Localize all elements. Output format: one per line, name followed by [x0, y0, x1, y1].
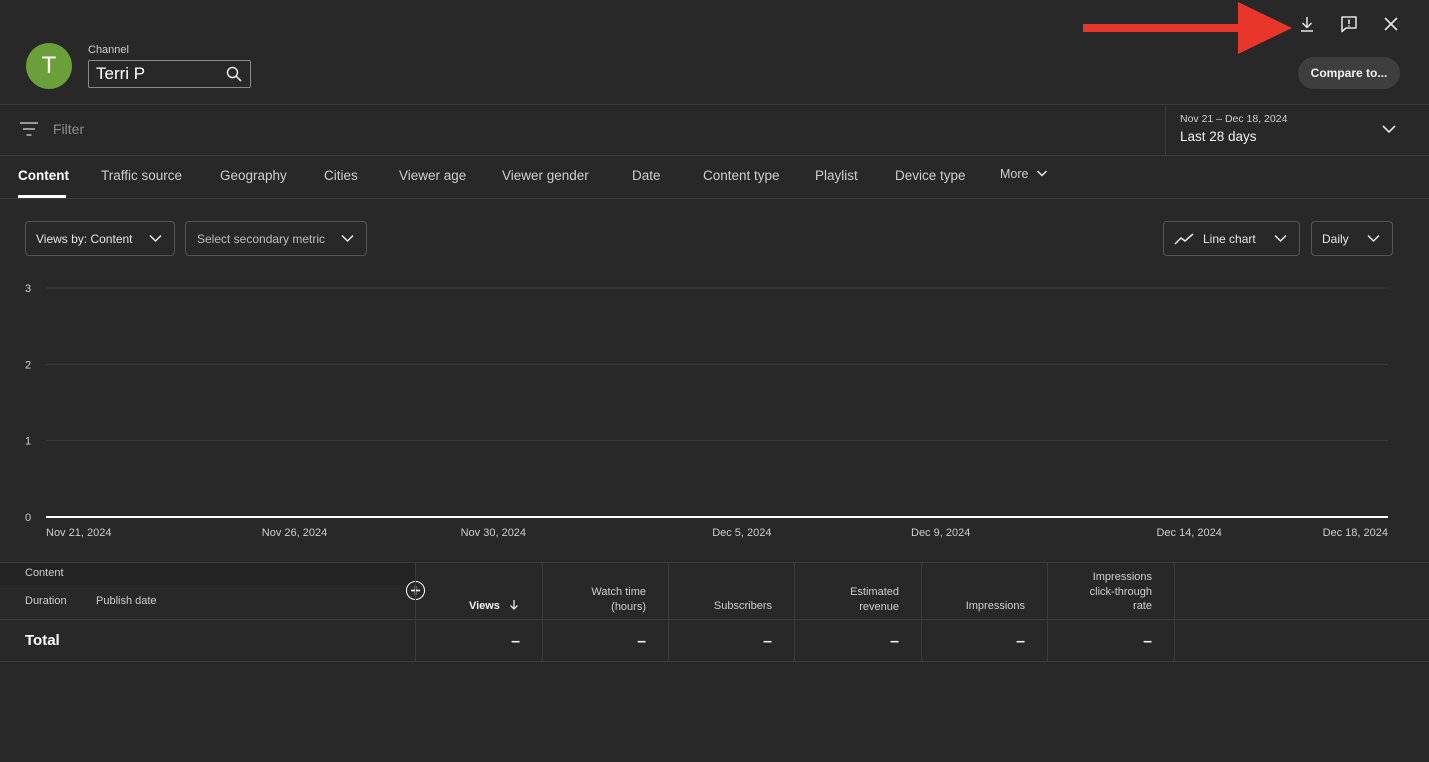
- channel-value: Terri P: [96, 64, 146, 83]
- watch-time-header-line: Watch time: [591, 586, 646, 598]
- y-tick-label: 0: [25, 512, 31, 524]
- tab-cities[interactable]: Cities: [324, 168, 358, 183]
- total-views-value: –: [511, 633, 520, 650]
- close-icon[interactable]: [1378, 12, 1404, 36]
- estimated-revenue-column-header[interactable]: Estimated revenue: [850, 585, 899, 614]
- content-column-header[interactable]: Content: [25, 567, 64, 579]
- revenue-header-line: revenue: [859, 600, 899, 613]
- y-tick-label: 1: [25, 436, 31, 448]
- tab-content-type[interactable]: Content type: [703, 168, 780, 183]
- total-revenue-value: –: [890, 633, 899, 650]
- x-tick-label: Nov 30, 2024: [461, 527, 526, 539]
- filter-icon[interactable]: [19, 120, 39, 138]
- watch-time-header-line: (hours): [611, 600, 646, 613]
- granularity-label: Daily: [1322, 231, 1349, 246]
- empty-column: [1174, 563, 1429, 661]
- granularity-dropdown[interactable]: Daily: [1311, 221, 1393, 256]
- secondary-metric-dropdown[interactable]: Select secondary metric: [185, 221, 367, 256]
- ctr-header-line: Impressions: [1092, 571, 1152, 583]
- total-watch-time-value: –: [637, 633, 646, 650]
- duration-column-header[interactable]: Duration: [25, 595, 67, 607]
- table-bottom-divider: [0, 661, 1429, 662]
- total-row-label: Total: [25, 632, 60, 649]
- chevron-down-icon: [1036, 170, 1047, 177]
- x-tick-label: Dec 18, 2024: [1323, 527, 1388, 539]
- chart-type-dropdown[interactable]: Line chart: [1163, 221, 1300, 256]
- x-tick-label: Nov 21, 2024: [46, 527, 111, 539]
- download-icon[interactable]: [1294, 12, 1320, 36]
- filter-divider: [0, 155, 1429, 156]
- views-header-label: Views: [468, 600, 500, 612]
- search-icon[interactable]: [226, 66, 242, 82]
- compare-button[interactable]: Compare to...: [1298, 57, 1400, 89]
- x-tick-label: Nov 26, 2024: [262, 527, 327, 539]
- annotation-arrow-shaft: [1083, 24, 1253, 32]
- chevron-down-icon[interactable]: [1381, 123, 1397, 135]
- total-impressions-value: –: [1016, 633, 1025, 650]
- views-line-chart: 0 1 2 3 Nov 21, 2024 Nov 26, 2024 Nov 30, 2024…: [25, 283, 1388, 539]
- x-tick-label: Dec 5, 2024: [712, 527, 771, 539]
- chevron-down-icon: [1274, 234, 1287, 243]
- primary-metric-label: Views by: Content: [36, 231, 133, 246]
- subscribers-header-line: Subscribers: [713, 600, 772, 612]
- impressions-header-line: Impressions: [965, 600, 1025, 612]
- y-tick-label: 3: [25, 283, 31, 295]
- tab-traffic-source[interactable]: Traffic source: [101, 168, 182, 183]
- tab-geography[interactable]: Geography: [220, 168, 287, 183]
- watch-time-column-header[interactable]: Watch time (hours): [591, 585, 646, 614]
- annotation-arrow-head: [1238, 2, 1292, 54]
- tab-device-type[interactable]: Device type: [895, 168, 966, 183]
- channel-avatar: T: [26, 43, 72, 89]
- secondary-metric-label: Select secondary metric: [197, 231, 326, 246]
- chevron-down-icon: [1367, 234, 1380, 243]
- revenue-header-line: Estimated: [850, 586, 899, 598]
- ctr-column-header[interactable]: Impressions click-through rate: [1090, 570, 1152, 614]
- total-ctr-value: –: [1143, 633, 1152, 650]
- views-column-header[interactable]: Views: [469, 599, 519, 614]
- tab-content[interactable]: Content: [18, 168, 69, 183]
- line-chart-icon: [1174, 232, 1194, 245]
- tab-viewer-gender[interactable]: Viewer gender: [502, 168, 589, 183]
- channel-label: Channel: [88, 44, 129, 56]
- sort-down-icon: [510, 600, 518, 610]
- x-tick-label: Dec 14, 2024: [1156, 527, 1221, 539]
- subscribers-column-header[interactable]: Subscribers: [714, 599, 772, 614]
- date-range-text: Nov 21 – Dec 18, 2024: [1180, 113, 1288, 125]
- feedback-icon[interactable]: [1336, 12, 1362, 36]
- filter-input[interactable]: Filter: [53, 121, 84, 137]
- ctr-header-line: click-through: [1089, 585, 1152, 598]
- tab-date[interactable]: Date: [632, 168, 661, 183]
- tab-viewer-age[interactable]: Viewer age: [399, 168, 466, 183]
- tab-playlist[interactable]: Playlist: [815, 168, 858, 183]
- impressions-column-header[interactable]: Impressions: [966, 599, 1025, 614]
- total-subscribers-value: –: [763, 633, 772, 650]
- chevron-down-icon: [149, 234, 162, 243]
- ctr-header-line: rate: [1133, 600, 1152, 612]
- x-tick-label: Dec 9, 2024: [911, 527, 970, 539]
- publish-date-column-header[interactable]: Publish date: [96, 595, 157, 607]
- channel-search-field[interactable]: Terri P: [88, 60, 251, 88]
- chart-type-label: Line chart: [1203, 231, 1256, 246]
- tabs-divider: [0, 198, 1429, 199]
- primary-metric-dropdown[interactable]: Views by: Content: [25, 221, 175, 256]
- table-header-divider: [0, 619, 1429, 620]
- chevron-down-icon: [341, 234, 354, 243]
- tab-more-label: More: [1000, 167, 1029, 181]
- tab-more[interactable]: More: [1000, 167, 1048, 181]
- date-period-text: Last 28 days: [1180, 129, 1257, 144]
- y-tick-label: 2: [25, 359, 31, 371]
